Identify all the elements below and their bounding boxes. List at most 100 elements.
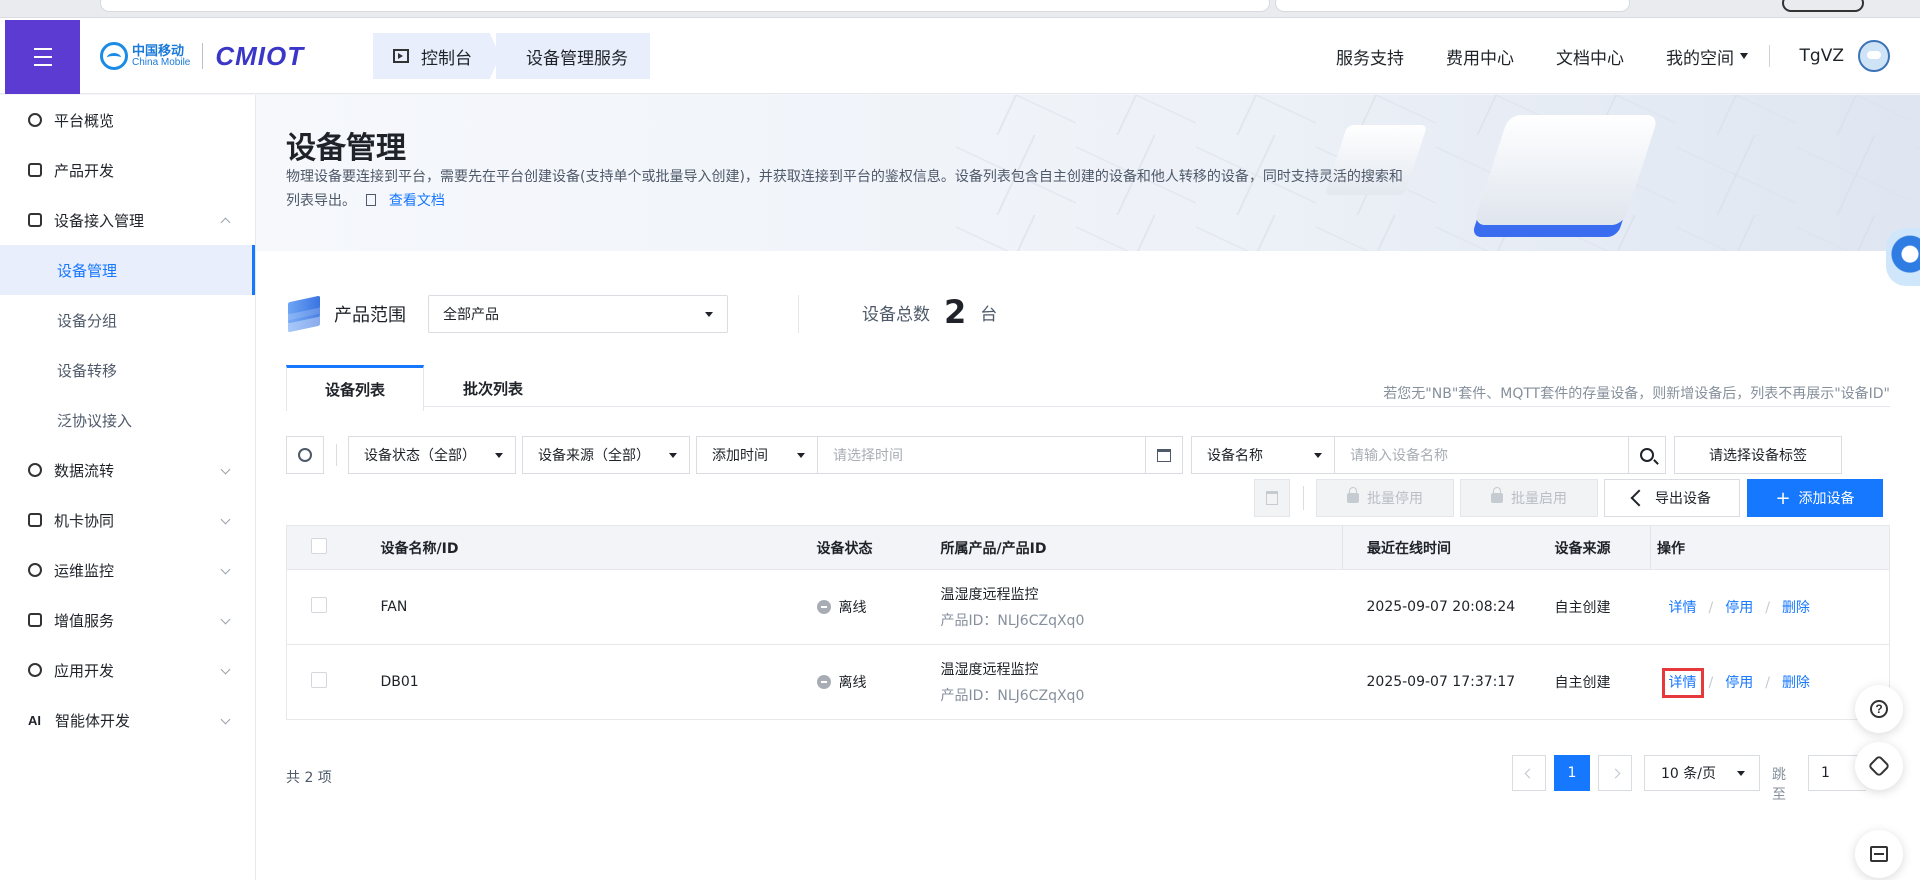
monitor-icon [28,563,42,577]
sidebar-item-device-access[interactable]: 设备接入管理 [0,195,255,245]
search-button[interactable] [1628,436,1666,474]
nav-docs[interactable]: 文档中心 [1556,44,1624,69]
unlock-icon [1491,487,1503,503]
select-all-checkbox[interactable] [311,537,327,554]
breadcrumb-console[interactable]: 控制台 [373,33,500,79]
tab-device-list[interactable]: 设备列表 [286,365,424,411]
plus-icon: + [1775,487,1791,509]
product-id: 产品ID：NLJ6CZqXq0 [940,688,1085,704]
sidebar-item-device-management[interactable]: 设备管理 [0,245,255,295]
sidebar-item-device-transfer[interactable]: 设备转移 [0,345,255,395]
total-items-text: 共 2 项 [286,770,332,786]
nav-support[interactable]: 服务支持 [1336,44,1404,69]
jump-label: 跳至 [1772,767,1786,803]
sidebar: 平台概览 产品开发 设备接入管理 设备管理 设备分组 设备转移 泛协议接入 数据… [0,95,256,880]
row-checkbox[interactable] [311,672,327,688]
nav-my-space[interactable]: 我的空间 [1666,44,1748,69]
add-device-button[interactable]: + 添加设备 [1747,479,1883,517]
delete-selected-button[interactable] [1254,479,1290,517]
nav-billing[interactable]: 费用中心 [1446,44,1514,69]
col-device-name: 设备名称/ID [368,525,805,570]
disable-link[interactable]: 停用 [1725,675,1753,691]
address-bar[interactable] [100,0,1270,12]
value-added-icon [28,613,42,627]
product-stack-icon [286,295,322,333]
search-field-select[interactable]: 设备名称 [1191,436,1335,474]
sidebar-item-value-added[interactable]: 增值服务 [0,595,255,645]
prev-page-button[interactable] [1512,755,1546,791]
help-button[interactable]: ? [1855,685,1903,733]
sidebar-item-sim-card[interactable]: 机卡协同 [0,495,255,545]
breadcrumb: 控制台 设备管理服务 [373,33,650,79]
device-total: 设备总数 2 台 [862,291,997,333]
sidebar-item-app-dev[interactable]: 应用开发 [0,645,255,695]
sidebar-item-generic-protocol[interactable]: 泛协议接入 [0,395,255,445]
trash-icon [1266,491,1278,505]
device-access-icon [28,213,42,227]
batch-disable-button[interactable]: 批量停用 [1316,479,1454,517]
row-checkbox[interactable] [311,597,327,613]
caret-down-icon [495,453,503,458]
feedback-button[interactable] [1855,742,1903,790]
page-1-button[interactable]: 1 [1554,755,1590,791]
menu-button[interactable] [5,20,80,94]
export-devices-button[interactable]: 导出设备 [1604,479,1740,517]
logo-cn-text: 中国移动 [132,43,185,59]
question-icon: ? [1870,700,1888,718]
delete-link[interactable]: 删除 [1782,675,1810,691]
data-flow-icon [28,463,42,477]
chevron-down-icon [220,514,231,525]
app-dev-icon [28,663,42,677]
product-scope-select[interactable]: 全部产品 [428,295,728,333]
console-icon [393,49,409,63]
table-header-row: 设备名称/ID 设备状态 所属产品/产品ID 最近在线时间 设备来源 操作 [286,525,1890,570]
assistant-robot-icon[interactable] [1886,228,1920,286]
calendar-button[interactable] [1145,436,1183,474]
chevron-down-icon [220,564,231,575]
refresh-button[interactable] [286,436,324,474]
delete-link[interactable]: 删除 [1782,600,1810,616]
device-total-count: 2 [944,293,967,331]
overview-icon [28,113,42,127]
brand-logo[interactable]: 中国移动 China Mobile CMIOT [100,38,304,74]
time-range-input[interactable]: 请选择时间 [817,436,1146,474]
browser-search-bar[interactable] [1275,0,1630,12]
browser-profile-button[interactable] [1782,0,1864,12]
time-type-select[interactable]: 添加时间 [696,436,818,474]
product-id: 产品ID：NLJ6CZqXq0 [940,613,1085,629]
detail-link[interactable]: 详情 [1661,668,1704,698]
page-size-select[interactable]: 10 条/页 [1644,755,1760,791]
offline-status-icon [816,600,831,614]
message-icon [1870,846,1888,862]
message-button[interactable] [1855,830,1903,878]
user-menu[interactable]: TgVZ [1768,18,1890,94]
device-tag-select[interactable]: 请选择设备标签 [1674,436,1842,474]
view-docs-link[interactable]: 查看文档 [389,193,445,209]
product-scope-label: 产品范围 [334,305,406,326]
breadcrumb-device-service[interactable]: 设备管理服务 [496,33,650,79]
batch-enable-button[interactable]: 批量启用 [1460,479,1598,517]
top-header: 中国移动 China Mobile CMIOT 控制台 设备管理服务 服务支持 … [0,18,1920,94]
device-total-unit: 台 [980,304,998,325]
source-filter-select[interactable]: 设备来源（全部） [522,436,690,474]
next-page-button[interactable] [1598,755,1632,791]
detail-link[interactable]: 详情 [1669,600,1697,616]
sidebar-item-data-flow[interactable]: 数据流转 [0,445,255,495]
tab-batch-list[interactable]: 批次列表 [424,365,562,411]
col-actions: 操作 [1650,525,1890,570]
sidebar-item-ai-agent[interactable]: AI 智能体开发 [0,695,255,745]
col-last-online: 最近在线时间 [1342,525,1543,570]
cube-icon [28,163,42,177]
china-mobile-logo-icon [100,42,128,70]
sidebar-item-monitor[interactable]: 运维监控 [0,545,255,595]
device-status: 离线 [804,569,929,645]
sidebar-item-product-dev[interactable]: 产品开发 [0,145,255,195]
sidebar-item-overview[interactable]: 平台概览 [0,95,255,145]
avatar[interactable] [1858,40,1890,72]
device-name-search-input[interactable]: 请输入设备名称 [1334,436,1629,474]
page-banner: 设备管理 物理设备要连接到平台，需要先在平台创建设备(支持单个或批量导入创建)，… [256,95,1920,251]
sidebar-item-device-group[interactable]: 设备分组 [0,295,255,345]
browser-chrome [0,0,1920,18]
disable-link[interactable]: 停用 [1725,600,1753,616]
status-filter-select[interactable]: 设备状态（全部） [348,436,516,474]
